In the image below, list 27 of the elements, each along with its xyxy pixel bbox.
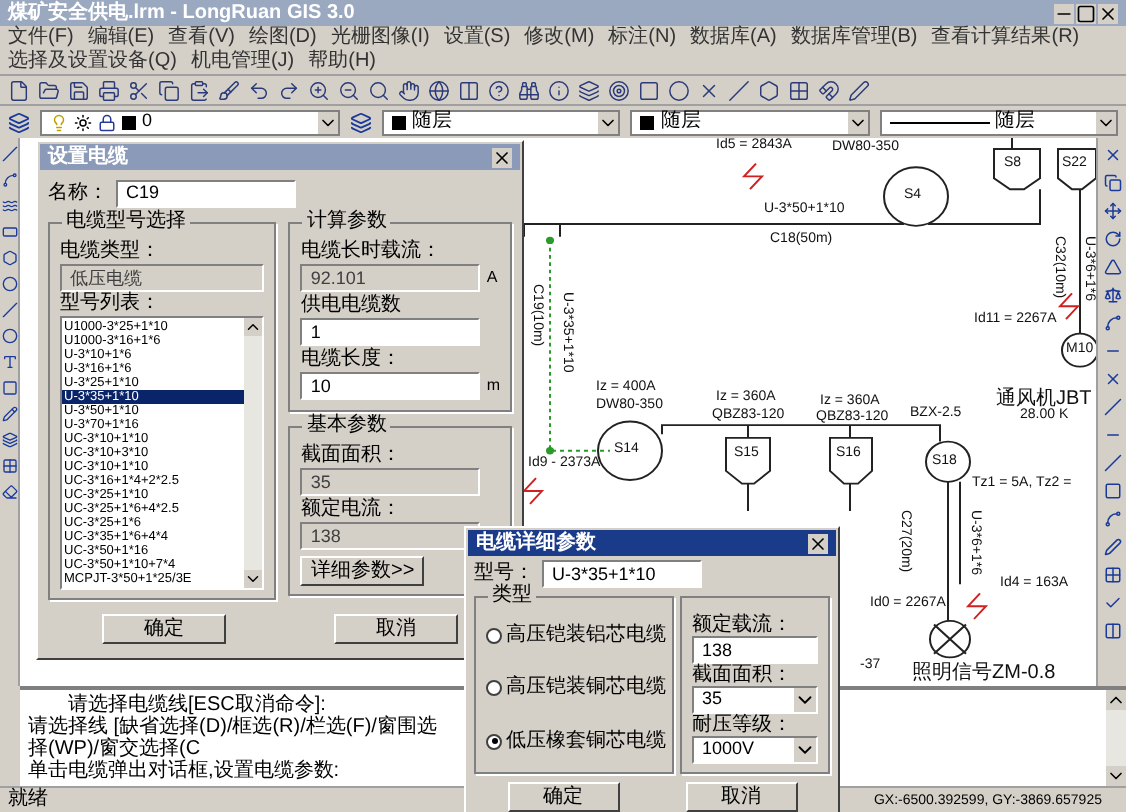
field-label: 供电电缆数	[300, 294, 403, 318]
group-title: 类型	[488, 584, 536, 608]
field-label: 电缆长度：	[300, 348, 403, 372]
field-label: 截面面积：	[300, 444, 403, 468]
group-title: 基本参数	[302, 414, 391, 438]
unit-label: m	[486, 374, 500, 398]
group-title: 电缆型号选择	[62, 210, 190, 234]
field-label: 型号：	[474, 562, 534, 584]
field-label: 额定电流：	[300, 498, 403, 522]
diagram-label: 照明信号ZM-0.8	[912, 664, 1056, 685]
status-text: 就绪	[8, 790, 48, 810]
group-title: 计算参数	[302, 210, 391, 234]
dialog-title: 电缆详细参数	[476, 533, 596, 553]
window-title: 煤矿安全供电.lrm - LongRuan GIS 3.0	[8, 3, 355, 23]
dialog-title: 设置电缆	[48, 147, 128, 167]
field-label: 电缆类型：	[60, 240, 162, 264]
diagram-label: 通风机JBT	[996, 390, 1092, 411]
field-label: 型号列表：	[60, 292, 162, 316]
field-label: 耐压等级：	[692, 714, 794, 736]
command-line: 单击电缆弹出对话框,设置电缆参数:	[28, 760, 342, 782]
command-line: 请选择电缆线[ESC取消命令]:	[68, 694, 326, 716]
field-label: 电缆长时载流：	[300, 240, 443, 264]
command-line: 请选择线 [缺省选择(D)/框选(R)/栏选(F)/窗围选择(WP)/窗交选择(C	[28, 716, 439, 760]
field-label: 截面面积：	[692, 664, 794, 686]
field-label: 名称：	[48, 180, 108, 208]
unit-label: A	[486, 266, 498, 290]
field-label: 额定载流：	[692, 614, 794, 636]
